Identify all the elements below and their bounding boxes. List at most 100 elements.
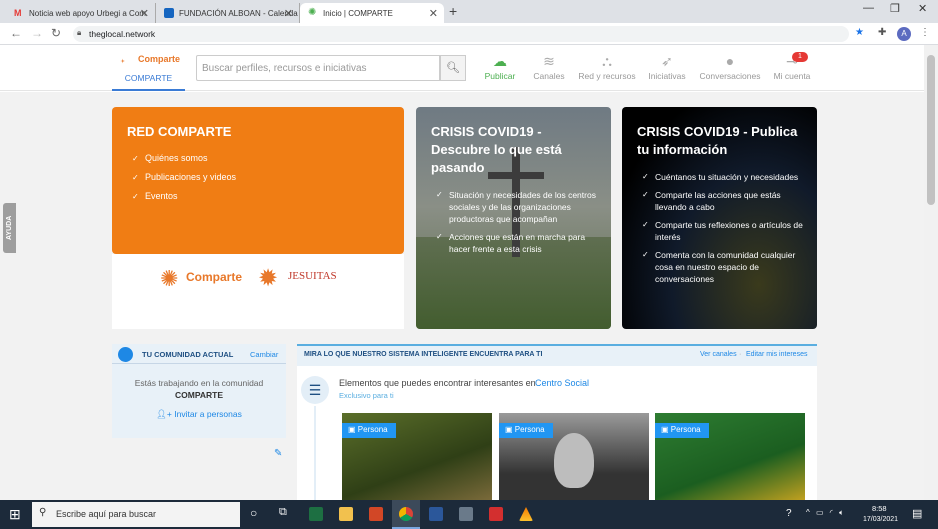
community-name: COMPARTE [174,390,223,400]
portrait-photo [554,433,594,488]
link-comparte-acciones[interactable]: Comparte las acciones que estás llevando… [642,189,814,213]
close-icon[interactable]: ✕ [429,7,438,20]
tab-title: FUNDACIÓN ALBOAN - Calenda [179,8,298,18]
minimize-icon[interactable]: — [863,2,874,14]
help-tab[interactable]: AYUDA [3,203,16,253]
link-publicaciones[interactable]: Publicaciones y videos [132,171,236,184]
close-icon[interactable]: ✕ [140,7,149,20]
excel-icon[interactable] [309,507,323,521]
gmail-icon: M [14,8,22,18]
change-community-link[interactable]: Cambiar [250,350,278,359]
person-card-1[interactable]: ▣ Persona [342,413,492,500]
person-card-2[interactable]: ▣ Persona [499,413,649,500]
link-eventos[interactable]: Eventos [132,190,236,203]
covid-publica-card[interactable]: CRISIS COVID19 - Publica tu información … [622,107,817,329]
vlc-icon[interactable] [519,507,533,521]
see-channels-link[interactable]: Ver canales [700,351,737,358]
address-toolbar: ← → ↻ 🔒︎ theglocal.network ★ ✚ ⋮ [0,23,938,45]
link-cuentanos[interactable]: Cuéntanos tu situación y necesidades [642,171,814,183]
clock-time[interactable]: 8:58 [872,504,887,513]
browser-tab-3[interactable]: ✺ Inicio | COMPARTE ✕ [300,3,444,23]
link-comenta[interactable]: Comenta con la comunidad cualquier cosa … [642,249,814,285]
extensions-icon[interactable]: ✚ [878,27,886,38]
link-situacion[interactable]: Situación y necesidades de los centros s… [436,189,608,225]
comparte-logo-icon[interactable] [120,53,138,69]
scrollbar[interactable] [924,45,938,500]
brand-name[interactable]: Comparte [138,54,180,64]
menu-iniciativas[interactable]: ➶ Iniciativas [644,53,690,81]
word-icon[interactable] [429,507,443,521]
notifications-icon[interactable]: ▤ [912,507,922,520]
search-input[interactable]: Buscar perfiles, recursos e iniciativas [196,55,440,81]
person-card-3[interactable]: ▣ Persona [655,413,805,500]
link-quienes-somos[interactable]: Quiénes somos [132,152,236,165]
browser-tab-2[interactable]: FUNDACIÓN ALBOAN - Calenda ✕ [156,3,300,23]
community-header: TU COMUNIDAD ACTUAL Cambiar [112,344,286,364]
search-button[interactable]: 🔍︎ [440,55,466,81]
invite-link[interactable]: 👤︎+ Invitar a personas [112,409,286,420]
menu-label: Publicar [484,71,516,81]
comparte-favicon: ✺ [308,7,317,18]
jesuitas-logo-icon: ✹ [258,265,279,292]
comparte-partner-logo[interactable]: Comparte [186,270,242,284]
window-close-icon[interactable]: ✕ [918,2,927,15]
person-tag: ▣ Persona [655,423,709,438]
scrollbar-thumb[interactable] [927,55,935,205]
reload-icon[interactable]: ↻ [51,26,61,40]
edit-pencil-icon[interactable]: ✎ [274,448,282,459]
profile-avatar[interactable]: A [897,27,911,41]
menu-conversaciones[interactable]: ● Conversaciones [697,53,763,81]
url-bar[interactable]: 🔒︎ theglocal.network [73,26,849,42]
maximize-icon[interactable]: ❐ [890,2,900,15]
chrome-icon[interactable] [399,507,413,521]
forward-icon[interactable]: → [31,26,43,40]
powerpoint-icon[interactable] [369,507,383,521]
menu-icon: ☰ [308,382,322,398]
edit-interests-link[interactable]: Editar mis intereses [746,351,807,358]
help-circle-icon[interactable]: ? [786,508,792,519]
tab-comparte[interactable]: COMPARTE [112,73,185,91]
menu-canales[interactable]: ≋ Canales [528,53,570,81]
layers-icon: ≋ [543,53,555,69]
jesuitas-partner-logo[interactable]: JESUITAS [288,270,337,282]
menu-publicar[interactable]: ☁ Publicar [478,53,522,81]
app-icon[interactable] [459,507,473,521]
acrobat-icon[interactable] [489,507,503,521]
invite-label: Invitar a personas [174,409,242,419]
feed-menu-button[interactable]: ☰ [301,376,329,404]
tray-icons[interactable]: ^ ▭ ◜ 🔈︎ [806,508,846,518]
notification-badge: 1 [792,52,808,62]
taskbar-search[interactable]: ⚲ Escribe aquí para buscar [32,502,240,527]
back-icon[interactable]: ← [10,26,22,40]
covid-descubre-title: CRISIS COVID19 - Descubre lo que está pa… [431,124,562,175]
person-icon: ▣ [661,425,669,434]
covid-descubre-card[interactable]: CRISIS COVID19 - Descubre lo que está pa… [416,107,611,329]
windows-start-icon[interactable]: ⊞ [9,506,21,523]
network-icon: ⛬ [602,53,612,69]
menu-label: Mi cuenta [773,71,811,81]
link-acciones[interactable]: Acciones que están en marcha para hacer … [436,231,608,255]
file-explorer-icon[interactable] [339,507,353,521]
search-icon: ⚲ [39,507,47,518]
link-reflexiones[interactable]: Comparte tus reflexiones o artículos de … [642,219,814,243]
menu-dots-icon[interactable]: ⋮ [920,27,930,38]
red-comparte-card: RED COMPARTE Quiénes somos Publicaciones… [112,107,404,254]
bookmark-star-icon[interactable]: ★ [855,27,864,38]
close-icon[interactable]: ✕ [284,7,293,20]
search-icon: 🔍︎ [446,62,460,74]
cortana-icon[interactable]: ○ [250,506,257,520]
browser-tabstrip: M Noticia web apoyo Urbegi a Com ✕ FUNDA… [0,0,938,23]
chat-icon: ● [725,53,735,69]
recommendations-header: MIRA LO QUE NUESTRO SISTEMA INTELIGENTE … [297,344,817,366]
browser-tab-1[interactable]: M Noticia web apoyo Urbegi a Com ✕ [6,3,156,23]
menu-red-recursos[interactable]: ⛬ Red y recursos [576,53,638,81]
centro-social-link[interactable]: Centro Social [535,378,589,388]
clock-date[interactable]: 17/03/2021 [863,516,898,523]
task-view-icon[interactable]: ⧉ [279,506,287,519]
new-tab-icon[interactable]: + [449,3,457,19]
menu-label: Red y recursos [578,71,636,81]
person-tag-label: Persona [514,425,545,434]
taskbar-search-text: Escribe aquí para buscar [56,509,157,519]
timeline-line [314,406,316,500]
person-tag-label: Persona [357,425,388,434]
